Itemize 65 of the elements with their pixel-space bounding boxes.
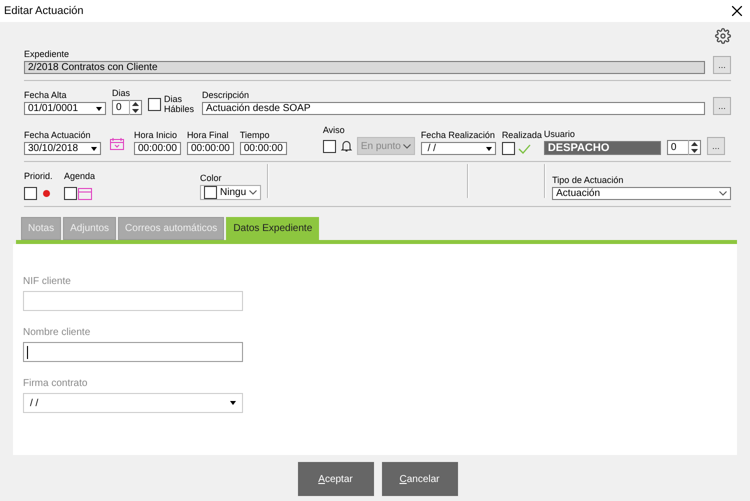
browse-button[interactable]: ... [713,97,731,115]
window-title: Editar Actuación [4,5,84,17]
input-field[interactable] [23,342,243,362]
field-label: Nombre cliente [23,327,92,338]
field-label: Fecha Alta [24,89,67,101]
settings-icon[interactable] [715,28,731,44]
description-field[interactable]: Actuación desde SOAP [202,102,705,115]
calendar-icon[interactable] [110,138,124,150]
time-field[interactable]: 00:00:00 [186,142,234,155]
dialog-button[interactable]: Aceptar [296,461,374,497]
chevron-down-icon [719,191,727,196]
dropdown-arrow-icon [486,146,492,150]
field-label: Hora Final [186,129,228,141]
input-field[interactable] [23,291,243,311]
close-icon[interactable] [732,6,742,16]
chevron-down-icon [402,144,411,148]
checkbox[interactable] [502,142,515,155]
field-label: Descripción [202,89,250,101]
user-field: DESPACHO [544,141,661,155]
checkbox[interactable] [24,187,37,200]
field-label: Hora Inicio [134,129,178,141]
calendar-icon [78,188,92,200]
priority-dot-icon [43,190,50,197]
bell-icon [340,140,352,152]
field-label: Firma contrato [23,378,88,389]
field-label: Priorid. [24,170,53,182]
browse-button[interactable]: ... [713,56,731,74]
color-swatch [204,186,217,199]
browse-button[interactable]: ... [706,137,725,155]
field-label: Usuario [544,128,575,140]
field-label: Dias [112,87,130,99]
field-label: Realizada [502,129,542,141]
field-label: Expediente [24,48,70,60]
date-dropdown[interactable]: / / [23,393,243,413]
number-field[interactable]: 0 [112,100,142,115]
spinner-icon[interactable] [690,142,698,153]
number-field[interactable]: 0 [666,140,701,155]
date-dropdown[interactable]: 30/10/2018 [24,142,101,155]
chevron-down-icon [249,190,258,195]
date-dropdown[interactable]: 01/01/0001 [24,102,106,115]
time-field[interactable]: 00:00:00 [134,142,181,155]
color-dropdown[interactable]: Ningu [200,185,262,200]
dialog-button[interactable]: Cancelar [380,461,458,497]
checkbox-label: Dias Hábiles [164,94,196,114]
text-cursor [27,346,28,358]
field-label: Color [200,172,222,184]
time-field[interactable]: 00:00:00 [240,142,287,155]
field-label: Fecha Actuación [24,129,91,141]
field-label: Tiempo [240,129,270,141]
tab[interactable]: Datos Expediente [226,217,320,240]
spinner-icon[interactable] [132,102,139,113]
field-label: Aviso [322,124,345,136]
checkmark-icon [518,144,531,154]
field-label: Tipo de Actuación [552,174,624,186]
field-label: Agenda [64,170,96,182]
field-label: Fecha Realización [420,129,495,141]
checkbox[interactable] [64,187,77,200]
type-dropdown[interactable]: Actuación [552,187,731,200]
checkbox[interactable] [148,98,161,110]
field-label: NIF cliente [23,276,72,287]
dropdown-arrow-icon [91,146,97,150]
date-dropdown[interactable]: / / [420,142,496,155]
expediente-field: 2/2018 Contratos con Cliente [24,61,705,74]
dropdown-arrow-icon [230,401,236,405]
dropdown-arrow-icon [96,106,102,110]
